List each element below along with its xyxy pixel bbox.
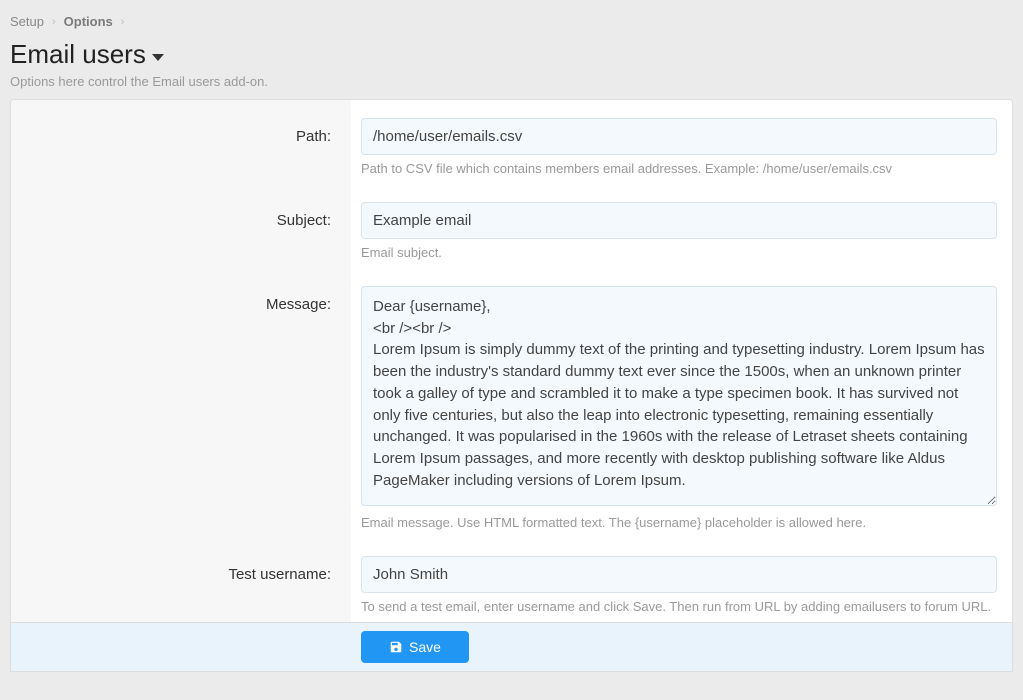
path-field-col: Path to CSV file which contains members … — [351, 100, 1012, 184]
subject-label: Subject: — [11, 184, 351, 268]
footer-spacer — [21, 631, 361, 663]
path-label: Path: — [11, 100, 351, 184]
form-panel: Path: Path to CSV file which contains me… — [10, 99, 1013, 623]
test-username-help: To send a test email, enter username and… — [361, 599, 997, 616]
breadcrumb-options[interactable]: Options — [64, 14, 113, 29]
page-title-row[interactable]: Email users — [10, 39, 1013, 70]
row-path: Path: Path to CSV file which contains me… — [11, 100, 1012, 184]
row-test-username: Test username: To send a test email, ent… — [11, 538, 1012, 622]
message-help: Email message. Use HTML formatted text. … — [361, 515, 997, 532]
subject-field-col: Email subject. — [351, 184, 1012, 268]
header-area: Setup › Options › Email users Options he… — [0, 0, 1023, 99]
caret-down-icon — [152, 54, 164, 61]
subject-help: Email subject. — [361, 245, 997, 262]
message-field-col: Email message. Use HTML formatted text. … — [351, 268, 1012, 538]
breadcrumb: Setup › Options › — [10, 14, 1013, 29]
chevron-right-icon: › — [121, 16, 125, 28]
path-help: Path to CSV file which contains members … — [361, 161, 997, 178]
row-message: Message: Email message. Use HTML formatt… — [11, 268, 1012, 538]
footer-bar: Save — [10, 623, 1013, 672]
subject-input[interactable] — [361, 202, 997, 239]
test-username-label: Test username: — [11, 538, 351, 622]
path-input[interactable] — [361, 118, 997, 155]
title-dropdown-toggle[interactable] — [152, 48, 164, 61]
save-button-label: Save — [409, 639, 441, 655]
save-icon — [389, 640, 403, 654]
page-subtitle: Options here control the Email users add… — [10, 74, 1013, 89]
test-username-input[interactable] — [361, 556, 997, 593]
save-button[interactable]: Save — [361, 631, 469, 663]
page-title: Email users — [10, 39, 146, 70]
message-input[interactable] — [361, 286, 997, 506]
chevron-right-icon: › — [52, 16, 56, 28]
row-subject: Subject: Email subject. — [11, 184, 1012, 268]
test-username-field-col: To send a test email, enter username and… — [351, 538, 1012, 622]
message-label: Message: — [11, 268, 351, 538]
breadcrumb-setup[interactable]: Setup — [10, 14, 44, 29]
